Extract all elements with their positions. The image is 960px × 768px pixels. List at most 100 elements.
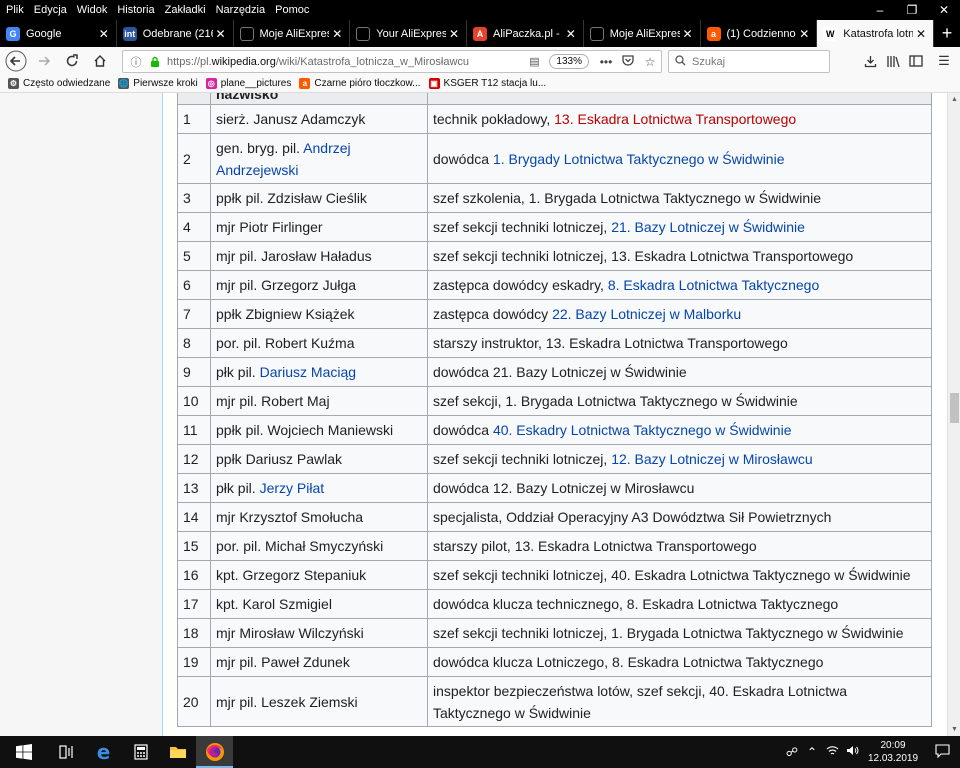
hamburger-menu-icon[interactable]: ☰ xyxy=(934,52,954,70)
wiki-link[interactable]: 22. Bazy Lotniczej w Malborku xyxy=(552,306,741,322)
crew-name-cell: mjr pil. Jarosław Haładus xyxy=(210,241,428,271)
clock-date: 12.03.2019 xyxy=(867,753,919,764)
maximize-button[interactable]: ❐ xyxy=(896,0,928,20)
page-actions-menu-icon[interactable]: ••• xyxy=(595,55,617,69)
crew-name-cell: por. pil. Robert Kuźma xyxy=(210,328,428,358)
table-row: 14 mjr Krzysztof Smołucha specjalista, Odd… xyxy=(177,502,932,532)
menu-item-0[interactable]: Plik xyxy=(0,0,29,20)
row-number: 13 xyxy=(177,473,211,503)
minimize-button[interactable]: – xyxy=(864,0,896,20)
library-icon[interactable] xyxy=(883,52,903,70)
windows-taskbar: e ☍ ⌃ 20:09 12.03.2019 xyxy=(0,736,960,768)
tab-close-icon[interactable]: ✕ xyxy=(329,27,345,41)
tab-close-icon[interactable]: ✕ xyxy=(680,27,696,41)
crew-role-cell: starszy pilot, 13. Eskadra Lotnictwa Tra… xyxy=(427,531,932,561)
tab-6[interactable]: a (1) Codzienność Pl✕ xyxy=(701,20,818,47)
row-number: 18 xyxy=(177,618,211,648)
clock[interactable]: 20:09 12.03.2019 xyxy=(862,739,924,765)
sidebar-icon[interactable] xyxy=(906,52,926,70)
wikipedia-article: nazwisko 1 sierż. Janusz Adamczyk technik … xyxy=(162,93,947,736)
pocket-icon[interactable] xyxy=(617,54,639,69)
new-tab-button[interactable]: + xyxy=(934,20,960,47)
tab-close-icon[interactable]: ✕ xyxy=(913,27,929,41)
row-number: 1 xyxy=(177,104,211,134)
task-view-button[interactable] xyxy=(48,736,85,768)
menu-item-1[interactable]: Edycja xyxy=(29,0,72,20)
reader-view-icon[interactable]: ▤ xyxy=(525,55,543,68)
wiki-link[interactable]: 40. Eskadry Lotnictwa Taktycznego w Świd… xyxy=(493,422,792,438)
tab-close-icon[interactable]: ✕ xyxy=(96,27,112,41)
tab-2[interactable]: Moje AliExpress: Zarzą✕ xyxy=(234,20,351,47)
allegro-icon: a xyxy=(706,26,721,41)
crew-role-cell: starszy instruktor, 13. Eskadra Lotnictw… xyxy=(427,328,932,358)
row-number: 15 xyxy=(177,531,211,561)
crew-role-cell: szef sekcji, 1. Brygada Lotnictwa Taktyc… xyxy=(427,386,932,416)
wiki-link[interactable]: 21. Bazy Lotniczej w Świdwinie xyxy=(611,219,805,235)
back-button[interactable] xyxy=(2,47,30,75)
bookmark-2[interactable]: ◎ plane__pictures xyxy=(205,78,291,89)
menu-item-4[interactable]: Zakładki xyxy=(160,0,211,20)
tab-7[interactable]: W Katastrofa lotnicza✕ xyxy=(817,20,934,47)
wiki-link[interactable]: 8. Eskadra Lotnictwa Taktycznego xyxy=(608,277,819,293)
start-button[interactable] xyxy=(0,736,48,768)
cell-text: mjr Mirosław Wilczyński xyxy=(216,625,364,641)
table-header-row: nazwisko xyxy=(177,93,932,105)
reload-button[interactable] xyxy=(58,47,86,75)
bookmark-0[interactable]: ⚙ Często odwiedzane xyxy=(8,78,110,89)
url-bar[interactable]: ⓘ https://pl.wikipedia.org/wiki/Katastro… xyxy=(122,50,662,73)
file-explorer-button[interactable] xyxy=(159,736,196,768)
menu-item-3[interactable]: Historia xyxy=(112,0,159,20)
wiki-link[interactable]: 1. Brygady Lotnictwa Taktycznego w Świdw… xyxy=(493,151,785,167)
zoom-level-badge[interactable]: 133% xyxy=(549,54,589,69)
site-info-icon[interactable]: ⓘ xyxy=(127,54,145,70)
red-wiki-link[interactable]: 13. Eskadra Lotnictwa Transportowego xyxy=(554,111,796,127)
menu-item-5[interactable]: Narzędzia xyxy=(211,0,271,20)
url-text[interactable]: https://pl.wikipedia.org/wiki/Katastrofa… xyxy=(167,56,525,68)
search-bar[interactable]: Szukaj xyxy=(668,50,830,73)
scroll-down-icon[interactable]: ▼ xyxy=(948,723,960,736)
scroll-up-icon[interactable]: ▲ xyxy=(948,93,960,106)
bookmark-label: Często odwiedzane xyxy=(23,78,111,89)
scrollbar-thumb[interactable] xyxy=(950,393,959,423)
bookmark-3[interactable]: a Czarne pióro tłoczkow... xyxy=(299,78,421,89)
cell-text: szef sekcji techniki lotniczej, 13. Eska… xyxy=(433,248,854,264)
menu-item-2[interactable]: Widok xyxy=(72,0,113,20)
wiki-link[interactable]: Jerzy Piłat xyxy=(260,480,325,496)
tab-close-icon[interactable]: ✕ xyxy=(796,27,812,41)
bookmark-star-icon[interactable]: ☆ xyxy=(639,55,661,69)
menu-item-6[interactable]: Pomoc xyxy=(270,0,314,20)
home-button[interactable] xyxy=(86,47,114,75)
tab-0[interactable]: G Google ✕ xyxy=(0,20,117,47)
tab-1[interactable]: int Odebrane (2161) -✕ xyxy=(117,20,234,47)
tab-close-icon[interactable]: ✕ xyxy=(213,27,229,41)
tab-close-icon[interactable]: ✕ xyxy=(563,27,579,41)
back-arrow-icon xyxy=(5,50,27,72)
cell-text: specjalista, Oddział Operacyjny A3 Dowód… xyxy=(433,509,832,525)
vertical-scrollbar[interactable]: ▲ ▼ xyxy=(947,93,960,736)
firefox-button[interactable] xyxy=(196,736,233,768)
crew-name-cell: ppłk Dariusz Pawlak xyxy=(210,444,428,474)
edge-button[interactable]: e xyxy=(85,736,122,768)
wiki-link[interactable]: 12. Bazy Lotniczej w Mirosławcu xyxy=(611,451,813,467)
tab-4[interactable]: A AliPaczka.pl - Śledz✕ xyxy=(467,20,584,47)
volume-icon[interactable] xyxy=(842,745,862,759)
tab-3[interactable]: Your AliExpress shoppi✕ xyxy=(350,20,467,47)
calculator-button[interactable] xyxy=(122,736,159,768)
crew-role-cell: dowódca 12. Bazy Lotniczej w Mirosławcu xyxy=(427,473,932,503)
wiki-link[interactable]: Dariusz Maciąg xyxy=(260,364,356,380)
tab-close-icon[interactable]: ✕ xyxy=(446,27,462,41)
bookmark-1[interactable]: 🌐 Pierwsze kroki xyxy=(118,78,198,89)
show-hidden-icons-chevron-icon[interactable]: ⌃ xyxy=(802,745,822,759)
row-number: 5 xyxy=(177,241,211,271)
cell-text: inspektor bezpieczeństwa lotów, szef sek… xyxy=(433,682,847,721)
close-window-button[interactable]: ✕ xyxy=(928,0,960,20)
bookmark-4[interactable]: ▣ KSGER T12 stacja lu... xyxy=(428,78,546,89)
cell-text: por. pil. Robert Kuźma xyxy=(216,335,355,351)
tab-label: Katastrofa lotnicza xyxy=(843,27,913,40)
people-icon[interactable]: ☍ xyxy=(782,745,802,759)
forward-button[interactable] xyxy=(30,47,58,75)
notification-center-icon[interactable] xyxy=(924,743,960,761)
wifi-icon[interactable] xyxy=(822,745,842,759)
downloads-icon[interactable] xyxy=(860,52,880,70)
tab-5[interactable]: Moje AliExpress: Zarzą✕ xyxy=(584,20,701,47)
